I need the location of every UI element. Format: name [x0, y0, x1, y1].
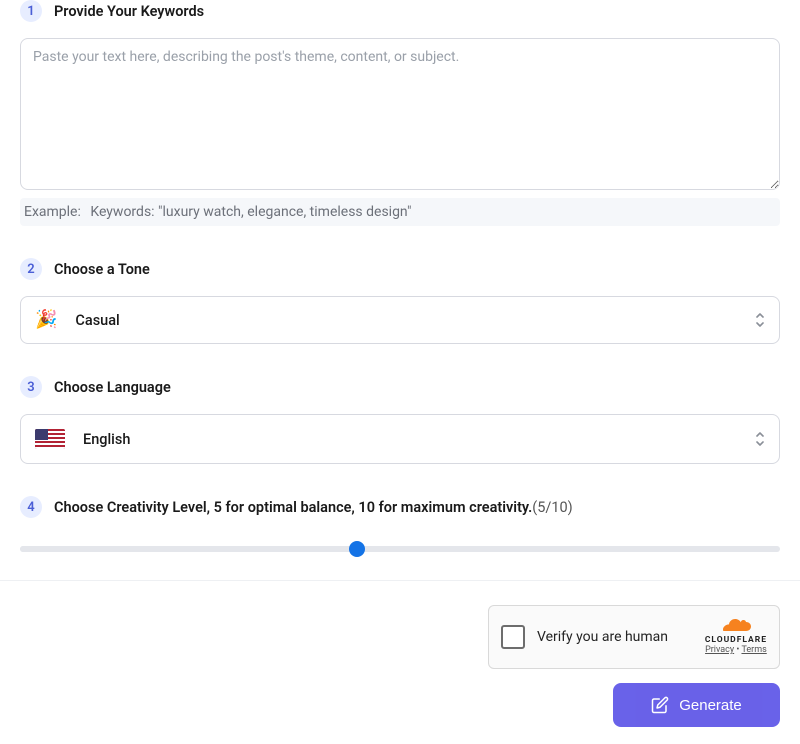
language-selected-label: English: [83, 431, 130, 448]
step-number-badge: 3: [20, 376, 42, 398]
us-flag-icon: [35, 429, 65, 449]
generate-label: Generate: [679, 697, 742, 714]
tone-selected-label: Casual: [75, 312, 119, 329]
slider-thumb[interactable]: [349, 541, 365, 557]
cloudflare-icon: [718, 619, 754, 633]
captcha-checkbox[interactable]: [501, 625, 525, 649]
captcha-links: Privacy • Terms: [705, 645, 767, 655]
step-title: Provide Your Keywords: [54, 3, 204, 20]
party-popper-icon: 🎉: [35, 311, 57, 329]
step-header: 4 Choose Creativity Level, 5 for optimal…: [20, 496, 780, 518]
chevron-up-down-icon: [754, 312, 766, 328]
step-keywords: 1 Provide Your Keywords Example: Keyword…: [20, 0, 780, 226]
creativity-title-text: Choose Creativity Level, 5 for optimal b…: [54, 499, 532, 516]
step-title: Choose a Tone: [54, 261, 150, 278]
example-text: Keywords: "luxury watch, elegance, timel…: [90, 204, 411, 220]
step-header: 2 Choose a Tone: [20, 258, 780, 280]
captcha-widget: Verify you are human CLOUDFLARE Privacy …: [488, 605, 780, 669]
chevron-up-down-icon: [754, 431, 766, 447]
creativity-value-suffix: (5/10): [532, 499, 572, 516]
privacy-link[interactable]: Privacy: [705, 645, 734, 655]
example-row: Example: Keywords: "luxury watch, elegan…: [20, 198, 780, 226]
step-header: 1 Provide Your Keywords: [20, 0, 780, 22]
step-title: Choose Language: [54, 379, 171, 396]
step-language: 3 Choose Language English: [20, 376, 780, 464]
captcha-brand: CLOUDFLARE Privacy • Terms: [705, 619, 767, 655]
step-number-badge: 4: [20, 496, 42, 518]
slider-track: [20, 546, 780, 552]
step-header: 3 Choose Language: [20, 376, 780, 398]
step-number-badge: 2: [20, 258, 42, 280]
terms-link[interactable]: Terms: [741, 645, 766, 655]
language-select[interactable]: English: [20, 414, 780, 464]
step-title: Choose Creativity Level, 5 for optimal b…: [54, 499, 573, 516]
generate-button[interactable]: Generate: [613, 683, 780, 727]
keywords-input[interactable]: [20, 38, 780, 190]
captcha-label: Verify you are human: [537, 629, 693, 645]
cloudflare-text: CLOUDFLARE: [705, 635, 767, 645]
step-creativity: 4 Choose Creativity Level, 5 for optimal…: [20, 496, 780, 552]
example-label: Example:: [24, 204, 81, 220]
slider-fill: [20, 546, 357, 552]
creativity-slider[interactable]: [20, 546, 780, 552]
edit-icon: [651, 696, 669, 714]
tone-select[interactable]: 🎉 Casual: [20, 296, 780, 344]
step-number-badge: 1: [20, 0, 42, 22]
step-tone: 2 Choose a Tone 🎉 Casual: [20, 258, 780, 344]
